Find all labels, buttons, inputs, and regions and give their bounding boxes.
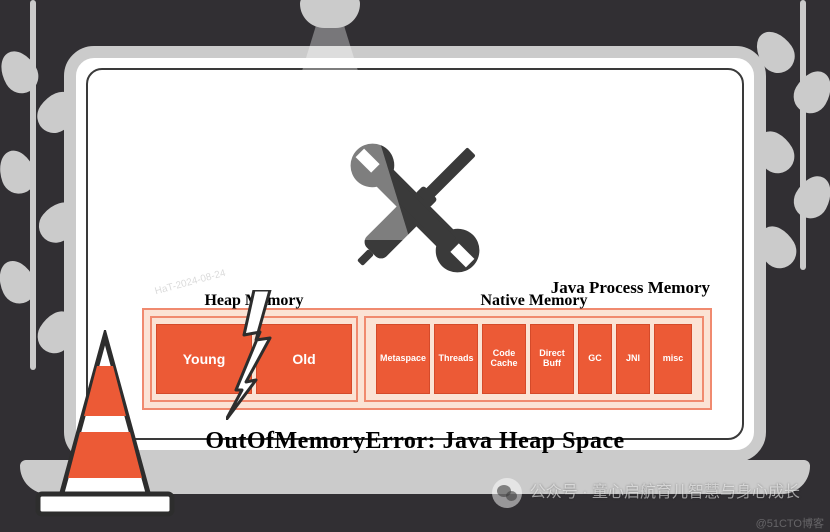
native-cell: GC (578, 324, 612, 394)
wechat-icon (492, 478, 522, 508)
error-title: OutOfMemoryError: Java Heap Space (76, 428, 754, 455)
native-cell: Code Cache (482, 324, 526, 394)
memory-frame: Heap Memory Young Old Native Memory Meta… (142, 308, 712, 410)
heap-cell-old: Old (256, 324, 352, 394)
native-cell: Metaspace (376, 324, 430, 394)
native-cell: misc (654, 324, 692, 394)
native-memory-group: Native Memory Metaspace Threads Code Cac… (364, 316, 704, 402)
native-cell: JNI (616, 324, 650, 394)
tools-icon (325, 118, 505, 298)
lamp-icon (300, 0, 360, 28)
wechat-watermark: 公众号 · 童心启航育儿智慧与身心成长 (492, 478, 800, 508)
heap-memory-label: Heap Memory (204, 292, 303, 310)
native-memory-label: Native Memory (480, 292, 587, 310)
native-cell: Threads (434, 324, 478, 394)
leaf-icon (787, 64, 830, 119)
leaf-icon (788, 170, 830, 225)
wechat-text: 公众号 · 童心启航育儿智慧与身心成长 (530, 485, 800, 501)
laptop-screen: Java Process Memory Heap Memory Young Ol… (64, 46, 766, 462)
site-watermark: @51CTO博客 (756, 519, 824, 530)
heap-cell-young: Young (156, 324, 252, 394)
leaf-icon (0, 44, 45, 99)
native-cell: Direct Buff (530, 324, 574, 394)
vine-right (800, 0, 806, 270)
heap-memory-group: Heap Memory Young Old (150, 316, 358, 402)
